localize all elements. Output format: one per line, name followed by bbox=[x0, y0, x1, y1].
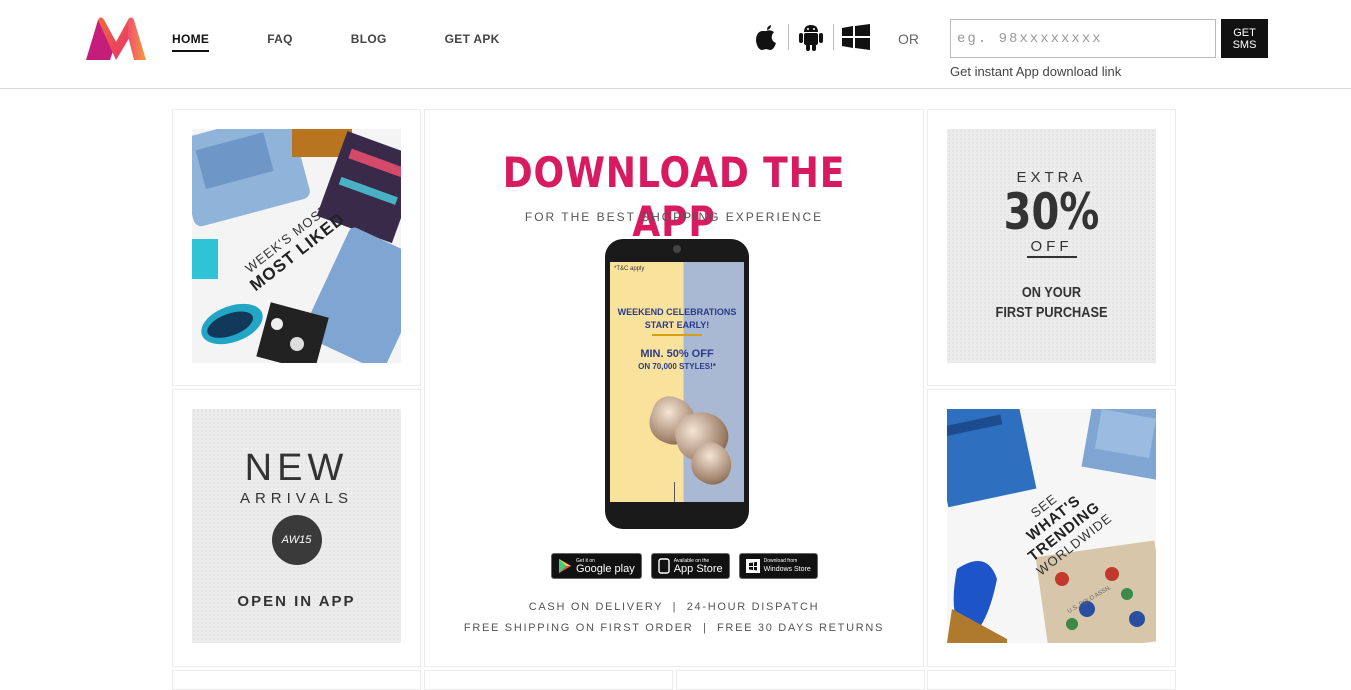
open-in-app-label: OPEN IN APP bbox=[237, 593, 356, 610]
aw15-badge: AW15 bbox=[271, 515, 322, 565]
app-store-big: App Store bbox=[673, 562, 723, 575]
new-label: NEW bbox=[244, 447, 349, 489]
new-arrivals-card: NEW ARRIVALS AW15 OPEN IN APP bbox=[192, 409, 401, 643]
nav-faq[interactable]: FAQ bbox=[267, 32, 293, 52]
tile-download-app[interactable]: DOWNLOAD THE APP FOR THE BEST SHOPPING E… bbox=[424, 109, 924, 667]
arrivals-label: ARRIVALS bbox=[239, 490, 354, 507]
trending-image: SEE WHAT'S TRENDING WORLDWIDE U.S. POLO … bbox=[947, 409, 1156, 643]
download-footer-line2: FREE SHIPPING ON FIRST ORDER | FREE 30 D… bbox=[463, 622, 885, 634]
get-sms-button[interactable]: GET SMS bbox=[1221, 19, 1268, 58]
tile-row3-1[interactable] bbox=[172, 670, 421, 690]
or-label: OR bbox=[898, 31, 919, 47]
screen-line1: WEEKEND CELEBRATIONS bbox=[617, 307, 737, 317]
top-header: HOME FAQ BLOG GET APK OR GET SMS Get ins… bbox=[0, 0, 1351, 89]
balloon-string bbox=[674, 482, 675, 502]
download-footer-line1: CASH ON DELIVERY | 24-HOUR DISPATCH bbox=[528, 601, 820, 613]
google-play-icon bbox=[559, 559, 571, 573]
on-your-label: ON YOUR bbox=[1021, 284, 1082, 301]
separator bbox=[788, 24, 789, 50]
google-play-big: Google play bbox=[576, 562, 635, 575]
apple-icon[interactable] bbox=[752, 22, 780, 52]
extra-off-card: EXTRA 30% OFF ON YOUR FIRST PURCHASE bbox=[947, 129, 1156, 363]
windows-store-big: Windows Store bbox=[763, 565, 811, 573]
tile-most-liked[interactable]: WEEK'S MOST MOST LIKED bbox=[172, 109, 421, 386]
tile-row3-2[interactable] bbox=[424, 670, 673, 690]
windows-store-icon bbox=[745, 559, 760, 573]
screen-tc: *T&C apply bbox=[614, 266, 645, 272]
screen-line4: ON 70,000 STYLES!* bbox=[638, 362, 716, 371]
screen-line3: MIN. 50% OFF bbox=[640, 348, 714, 360]
separator bbox=[833, 24, 834, 50]
phone-icon bbox=[658, 558, 670, 574]
instant-download-link-text: Get instant App download link bbox=[950, 64, 1122, 79]
tile-extra-off[interactable]: EXTRA 30% OFF ON YOUR FIRST PURCHASE bbox=[927, 109, 1176, 386]
download-subtitle: FOR THE BEST SHOPPING EXPERIENCE bbox=[524, 210, 824, 224]
nav-home[interactable]: HOME bbox=[172, 32, 210, 52]
google-play-badge[interactable]: Get it on Google play bbox=[551, 553, 642, 579]
download-title: DOWNLOAD THE APP bbox=[502, 148, 846, 246]
phone-screen: *T&C apply WEEKEND CELEBRATIONS START EA… bbox=[610, 262, 744, 502]
tile-row3-3[interactable] bbox=[676, 670, 925, 690]
nav-get-apk[interactable]: GET APK bbox=[445, 32, 500, 52]
screen-line2: START EARLY! bbox=[644, 320, 710, 330]
phone-number-input[interactable] bbox=[950, 19, 1216, 58]
first-purchase-label: FIRST PURCHASE bbox=[995, 304, 1108, 321]
off-label: OFF bbox=[1026, 238, 1077, 258]
screen-headline: WEEKEND CELEBRATIONS START EARLY! bbox=[610, 306, 744, 332]
windows-icon[interactable] bbox=[842, 22, 870, 52]
app-store-badge[interactable]: Available on the App Store bbox=[650, 553, 730, 579]
windows-store-badge[interactable]: Download from Windows Store bbox=[738, 553, 818, 579]
tile-new-arrivals[interactable]: NEW ARRIVALS AW15 OPEN IN APP bbox=[172, 389, 421, 667]
phone-camera bbox=[673, 245, 681, 253]
myntra-logo[interactable] bbox=[84, 16, 148, 62]
nav-blog[interactable]: BLOG bbox=[351, 32, 387, 52]
most-liked-image: WEEK'S MOST MOST LIKED bbox=[192, 129, 401, 363]
os-icons bbox=[752, 22, 870, 52]
get-sms-label: GET SMS bbox=[1232, 26, 1257, 51]
screen-divider bbox=[652, 334, 702, 336]
android-icon[interactable] bbox=[797, 22, 825, 52]
store-badges: Get it on Google play Available on the App… bbox=[551, 553, 818, 579]
tile-trending[interactable]: SEE WHAT'S TRENDING WORLDWIDE U.S. POLO … bbox=[927, 389, 1176, 667]
main-nav: HOME FAQ BLOG GET APK bbox=[172, 32, 558, 52]
tile-row3-4[interactable] bbox=[927, 670, 1176, 690]
extra-percent: 30% bbox=[1003, 183, 1100, 241]
